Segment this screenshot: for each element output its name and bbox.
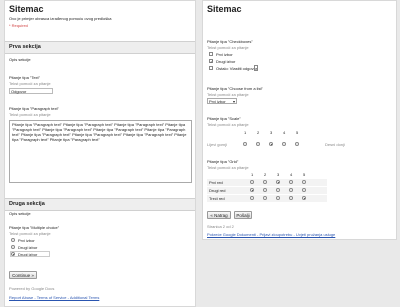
question-scale-label: Pitanje tipa "Scale" <box>207 116 241 121</box>
section-header-second: Druga sekcija <box>5 198 195 211</box>
list-select[interactable]: Prvi izbor ▾ <box>207 98 237 104</box>
scale-radio-4[interactable] <box>282 142 286 146</box>
section-header-first: Prva sekcija <box>5 41 195 54</box>
question-grid-label: Pitanje tipa "Grid" <box>207 159 239 164</box>
continue-button[interactable]: Continue » <box>9 271 37 279</box>
radio-option-label: Prvi izbor <box>18 238 35 243</box>
radio-option-label: Drugi izbor <box>18 245 38 250</box>
question-paragraph-label: Pitanje tipa "Paragraph text" <box>9 106 59 111</box>
grid-radio[interactable] <box>302 196 306 200</box>
checkbox-option-2[interactable]: ✓ <box>209 59 213 64</box>
section-title: Druga sekcija <box>9 201 45 207</box>
scale-radio-3[interactable] <box>269 142 273 146</box>
other-text-input[interactable] <box>254 65 258 71</box>
grid-row <box>207 195 327 202</box>
form-description: Ovo je primjer obrasca izrađenog pomoću … <box>9 16 112 21</box>
grid-radio[interactable] <box>276 196 280 200</box>
question-list-help: Tekst pomoći za pitanje <box>207 92 249 97</box>
grid-column-header: 3 <box>277 172 280 177</box>
scale-low-label: Lijevi gornji <box>207 142 228 147</box>
section-title: Prva sekcija <box>9 44 41 50</box>
scale-radio-5[interactable] <box>295 142 299 146</box>
question-list-label: Pitanje tipa "Choose from a list" <box>207 86 263 91</box>
scale-high-label: Desni donji <box>325 142 345 147</box>
grid-radio[interactable] <box>263 196 267 200</box>
question-multiple-help: Tekst pomoći za pitanje <box>9 231 51 236</box>
question-paragraph-help: Tekst pomoći za pitanje <box>9 112 51 117</box>
checkbox-option-1[interactable] <box>209 52 213 56</box>
progress-text: Stranica 2 od 2 <box>207 224 234 229</box>
radio-focus-outline <box>10 251 50 257</box>
question-text-help: Tekst pomoći za pitanje <box>9 81 51 86</box>
grid-radio[interactable] <box>250 188 254 192</box>
checkbox-label: Ostalo: Vlastiti odgovor <box>216 66 258 71</box>
grid-radio[interactable] <box>276 180 280 184</box>
question-checkboxes-label: Pitanje tipa "Checkboxes" <box>207 39 253 44</box>
radio-option-2[interactable] <box>11 245 15 249</box>
powered-by: Powered by Google Docs <box>9 286 55 291</box>
grid-radio[interactable] <box>263 180 267 184</box>
text-answer-input[interactable]: Odgovor <box>9 88 53 94</box>
chevron-down-icon: ▾ <box>232 99 235 104</box>
question-checkboxes-help: Tekst pomoći za pitanje <box>207 45 249 50</box>
question-grid-help: Tekst pomoći za pitanje <box>207 165 249 170</box>
checkbox-option-other[interactable] <box>209 66 213 70</box>
form-title: Sitemac <box>9 4 44 14</box>
scale-number: 3 <box>270 130 273 135</box>
paragraph-answer-textarea[interactable]: Pitanje tipa "Paragraph text" Pitanje ti… <box>9 120 192 183</box>
form-page-2: Sitemac Pitanje tipa "Checkboxes" Tekst … <box>202 0 397 240</box>
section-desc: Opis sekcije <box>9 57 31 62</box>
grid-radio[interactable] <box>302 188 306 192</box>
grid-row-label: Prvi red <box>209 180 223 185</box>
grid-radio[interactable] <box>263 188 267 192</box>
grid-row-label: Drugi red <box>209 188 226 193</box>
scale-number: 4 <box>283 130 286 135</box>
grid-column-header: 2 <box>264 172 267 177</box>
grid-column-header: 5 <box>303 172 306 177</box>
form-title: Sitemac <box>207 4 242 14</box>
question-text-label: Pitanje tipa "Text" <box>9 75 41 80</box>
grid-row-label: Treći red <box>209 196 225 201</box>
question-scale-help: Tekst pomoći za pitanje <box>207 122 249 127</box>
scale-number: 5 <box>296 130 299 135</box>
scale-radio-1[interactable] <box>243 142 247 146</box>
scale-number: 1 <box>244 130 247 135</box>
grid-radio[interactable] <box>289 188 293 192</box>
grid-radio[interactable] <box>302 180 306 184</box>
question-multiple-label: Pitanje tipa "Multiple choice" <box>9 225 60 230</box>
scale-radio-2[interactable] <box>256 142 260 146</box>
grid-row <box>207 179 327 186</box>
right-footer-links[interactable]: Pokreće Google Dokumenti - Prijavi zloup… <box>207 232 335 237</box>
grid-radio[interactable] <box>289 196 293 200</box>
footer-links[interactable]: Report Abuse - Terms of Service - Additi… <box>9 295 99 300</box>
checkbox-label: Prvi izbor <box>216 52 233 57</box>
required-note: * Required <box>9 23 28 28</box>
list-select-value: Prvi izbor <box>209 99 226 104</box>
grid-column-header: 4 <box>290 172 293 177</box>
grid-radio[interactable] <box>276 188 280 192</box>
section-desc: Opis sekcije <box>9 211 31 216</box>
checkbox-label: Drugi izbor <box>216 59 236 64</box>
radio-option-1[interactable] <box>11 238 15 242</box>
grid-radio[interactable] <box>250 180 254 184</box>
grid-column-header: 1 <box>251 172 254 177</box>
submit-button[interactable]: Pošalji <box>234 211 252 219</box>
grid-radio[interactable] <box>289 180 293 184</box>
back-button[interactable]: « Natrag <box>207 211 231 219</box>
grid-radio[interactable] <box>250 196 254 200</box>
scale-number: 2 <box>257 130 260 135</box>
form-page-1: Sitemac Ovo je primjer obrasca izrađenog… <box>4 0 196 307</box>
